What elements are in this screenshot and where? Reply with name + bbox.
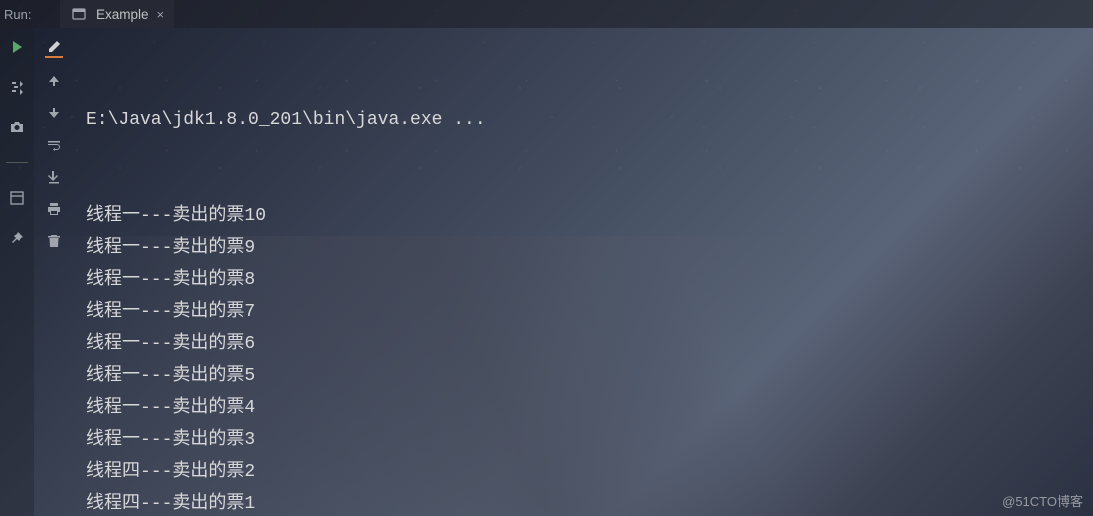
edit-icon[interactable]: [45, 40, 63, 58]
scroll-down-icon[interactable]: [45, 104, 63, 122]
scroll-to-end-icon[interactable]: [45, 168, 63, 186]
console-toolbar: [34, 28, 74, 516]
run-tab-example[interactable]: Example ×: [60, 0, 174, 28]
separator: [6, 162, 28, 163]
trash-icon[interactable]: [45, 232, 63, 250]
tab-label: Example: [96, 7, 149, 22]
console-line: 线程一---卖出的票4: [86, 392, 1083, 424]
console-line: 线程一---卖出的票10: [86, 200, 1083, 232]
watermark: @51CTO博客: [1002, 491, 1083, 510]
console-line: 线程一---卖出的票8: [86, 264, 1083, 296]
console-line: 线程一---卖出的票9: [86, 232, 1083, 264]
layout-icon[interactable]: [8, 189, 26, 207]
run-tool-header: Run: Example ×: [0, 0, 1093, 28]
run-label: Run:: [0, 7, 34, 22]
run-icon[interactable]: [8, 38, 26, 56]
application-icon: [70, 5, 88, 23]
left-gutter: [0, 28, 34, 516]
console-command-line: E:\Java\jdk1.8.0_201\bin\java.exe ...: [86, 104, 1083, 136]
camera-icon[interactable]: [8, 118, 26, 136]
console-output[interactable]: E:\Java\jdk1.8.0_201\bin\java.exe ... 线程…: [86, 40, 1083, 516]
console-line: 线程一---卖出的票6: [86, 328, 1083, 360]
scroll-up-icon[interactable]: [45, 72, 63, 90]
console-line: 线程一---卖出的票7: [86, 296, 1083, 328]
pin-icon[interactable]: [8, 229, 26, 247]
debug-steps-icon[interactable]: [8, 78, 26, 96]
soft-wrap-icon[interactable]: [45, 136, 63, 154]
console-line: 线程一---卖出的票5: [86, 360, 1083, 392]
console-line: 线程四---卖出的票1: [86, 488, 1083, 516]
console-line: 线程四---卖出的票2: [86, 456, 1083, 488]
print-icon[interactable]: [45, 200, 63, 218]
close-icon[interactable]: ×: [157, 7, 165, 22]
console-line: 线程一---卖出的票3: [86, 424, 1083, 456]
